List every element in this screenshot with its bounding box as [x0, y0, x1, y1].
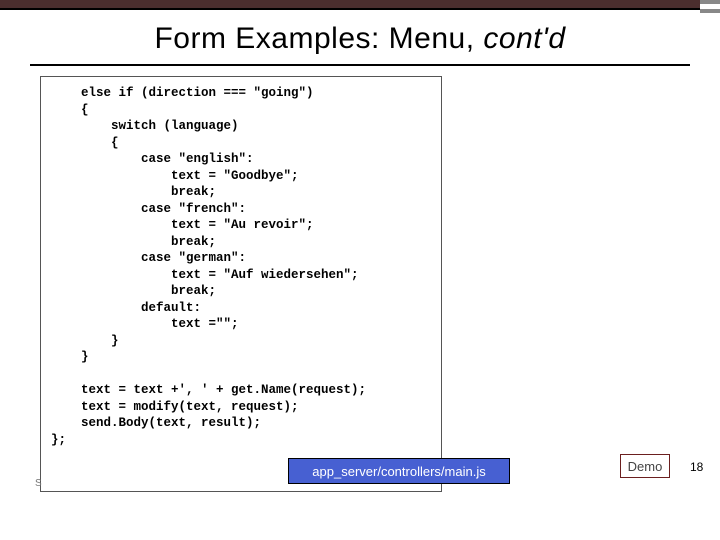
code-content: else if (direction === "going") { switch…	[51, 85, 431, 448]
footer-partial: S	[35, 478, 42, 489]
slide: Form Examples: Menu, cont'd else if (dir…	[0, 0, 720, 540]
slide-title: Form Examples: Menu, cont'd	[0, 22, 720, 56]
top-edge-stub-2	[700, 9, 720, 13]
title-italic: cont'd	[483, 22, 565, 55]
demo-link[interactable]: Demo	[620, 454, 670, 478]
top-accent-bar	[0, 0, 700, 10]
title-text: Form Examples: Menu,	[154, 22, 483, 55]
file-path-text: app_server/controllers/main.js	[312, 464, 485, 479]
demo-label: Demo	[628, 459, 663, 474]
code-box: else if (direction === "going") { switch…	[40, 76, 442, 492]
file-path-callout: app_server/controllers/main.js	[288, 458, 510, 484]
top-edge-stub-1	[700, 0, 720, 4]
title-underline	[30, 64, 690, 66]
page-number: 18	[690, 460, 703, 474]
